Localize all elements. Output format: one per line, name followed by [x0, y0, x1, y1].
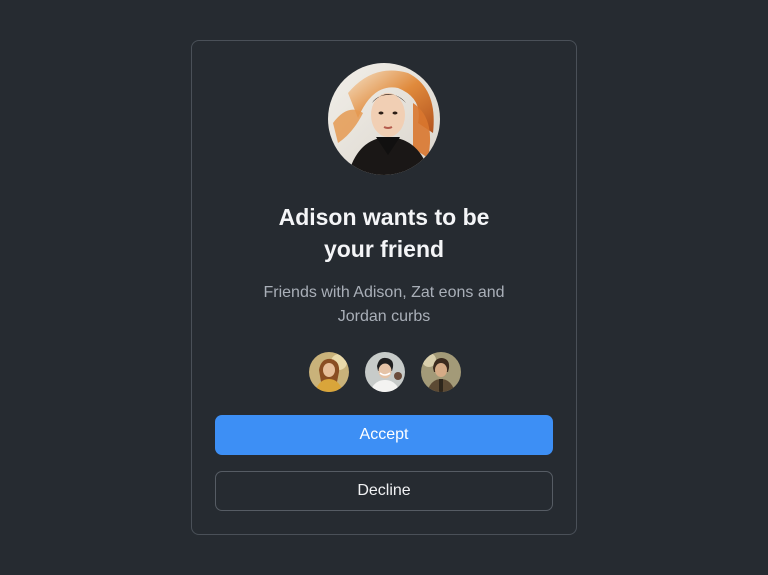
title-line-1: Adison wants to be [278, 204, 490, 230]
subtitle-line-1: Friends with Adison, Zat eons and [263, 284, 505, 301]
friend-request-card: Adison wants to be your friend Friends w… [191, 40, 577, 535]
requester-avatar [328, 63, 440, 175]
request-title: Adison wants to be your friend [192, 201, 576, 265]
mutual-friends-avatars [309, 352, 461, 392]
mutual-friend-avatar [309, 352, 349, 392]
mutual-friend-avatar [421, 352, 461, 392]
decline-button[interactable]: Decline [215, 471, 553, 511]
accept-button[interactable]: Accept [215, 415, 553, 455]
title-line-2: your friend [323, 236, 445, 262]
mutual-friends-text: Friends with Adison, Zat eons and Jordan… [192, 281, 576, 329]
subtitle-line-2: Jordan curbs [337, 308, 431, 325]
mutual-friend-avatar [365, 352, 405, 392]
